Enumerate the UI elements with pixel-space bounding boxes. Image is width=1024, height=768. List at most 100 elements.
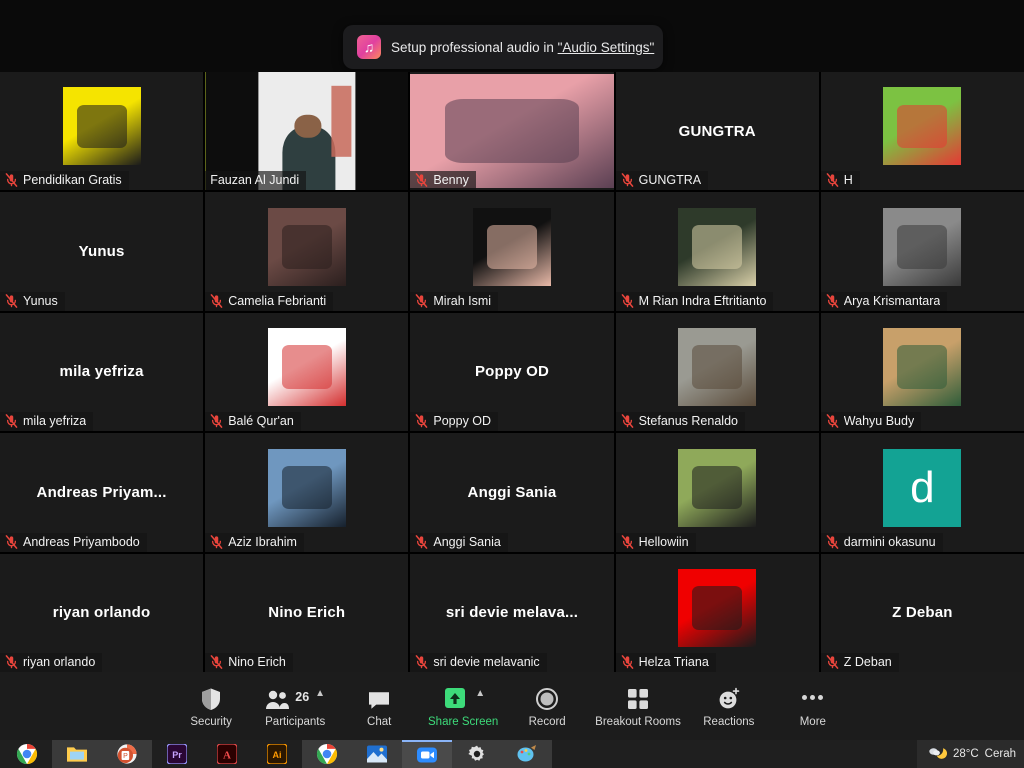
system-tray[interactable]: 28°C Cerah	[916, 740, 1024, 768]
taskbar-file-explorer-icon[interactable]	[52, 740, 102, 768]
participant-name-label: Aziz Ibrahim	[228, 534, 297, 549]
audio-settings-link[interactable]: "Audio Settings"	[558, 40, 655, 55]
participant-tile[interactable]: H	[820, 72, 1024, 191]
participant-name-label: GUNGTRA	[638, 173, 702, 188]
participant-tile[interactable]: Stefanus Renaldo	[615, 312, 819, 432]
taskbar-adobe-acrobat-icon[interactable]: A	[202, 740, 252, 768]
avatar	[267, 328, 346, 407]
participant-tile[interactable]: riyan orlando riyan orlando	[0, 553, 204, 672]
reactions-smiley-icon	[719, 687, 740, 708]
participant-name-label: sri devie melavanic	[433, 655, 540, 669]
toolbar-button-chat[interactable]: Chat	[337, 678, 421, 734]
participant-tile[interactable]: sri devie melava... sri devie melavanic	[410, 553, 614, 672]
share-screen-icon	[445, 687, 466, 708]
participant-name-bar: Balé Qur'an	[205, 412, 301, 432]
toolbar-button-security[interactable]: Security	[169, 678, 253, 734]
audio-settings-notification[interactable]: ♫ Setup professional audio in "Audio Set…	[343, 25, 663, 69]
participant-grid: Pendidikan Gratis Fauzan Al Jundi Benny …	[0, 72, 1024, 672]
participant-name-bar: Benny	[410, 171, 476, 191]
participant-tile[interactable]: GUNGTRA GUNGTRA	[615, 72, 819, 191]
participant-tile[interactable]: d darmini okasunu	[820, 433, 1024, 552]
participant-name-bar: Stefanus Renaldo	[615, 412, 745, 432]
participant-tile[interactable]: Balé Qur'an	[205, 312, 409, 432]
taskbar-paint-icon[interactable]	[502, 740, 552, 768]
microphone-muted-icon	[210, 655, 223, 669]
participant-tile[interactable]: Wahyu Budy	[820, 312, 1024, 432]
avatar	[883, 87, 962, 166]
participant-name-label: Stefanus Renaldo	[638, 414, 738, 429]
microphone-muted-icon	[210, 534, 223, 549]
participant-tile[interactable]: Mirah Ismi	[410, 192, 614, 311]
taskbar-premiere-pro-icon[interactable]: Pr	[152, 740, 202, 768]
participant-tile[interactable]: Hellowiin	[615, 433, 819, 552]
toolbar-button-breakout-rooms[interactable]: Breakout Rooms	[589, 678, 687, 734]
more-dots-icon	[802, 685, 824, 711]
microphone-muted-icon	[416, 173, 428, 188]
participant-tile[interactable]: Andreas Priyam... Andreas Priyambodo	[0, 433, 204, 552]
participant-tile[interactable]: Arya Krismantara	[820, 192, 1024, 311]
participant-name-bar: mila yefriza	[0, 412, 94, 432]
participant-tile[interactable]: Camelia Febrianti	[205, 192, 409, 311]
avatar	[883, 328, 962, 407]
windows-taskbar: P Pr A Ai 28°C Cerah	[0, 740, 1024, 768]
participant-tile[interactable]: Helza Triana	[615, 553, 819, 672]
participant-name-label: H	[843, 173, 853, 188]
participant-name-label: Hellowiin	[638, 534, 689, 549]
toolbar-button-label: More	[799, 715, 826, 728]
participant-tile[interactable]: Aziz Ibrahim	[205, 433, 409, 552]
microphone-muted-icon	[5, 173, 18, 188]
taskbar-zoom-app-icon[interactable]	[402, 740, 452, 768]
participant-name-label: Nino Erich	[228, 655, 286, 669]
shield-icon	[202, 688, 221, 710]
chat-bubble-icon	[369, 691, 390, 709]
microphone-muted-icon	[621, 534, 633, 549]
participant-name-bar: Fauzan Al Jundi	[205, 171, 307, 191]
participant-name-label: Poppy OD	[433, 414, 492, 429]
participant-tile[interactable]: Nino Erich Nino Erich	[205, 553, 409, 672]
taskbar-illustrator-icon[interactable]: Ai	[252, 740, 302, 768]
microphone-muted-icon	[621, 655, 633, 669]
chevron-up-icon[interactable]: ▲	[315, 688, 325, 699]
svg-text:Ai: Ai	[273, 750, 282, 760]
toolbar-button-reactions[interactable]: Reactions	[687, 678, 771, 734]
participant-name-label: Pendidikan Gratis	[23, 173, 122, 188]
participant-tile[interactable]: mila yefriza mila yefriza	[0, 312, 204, 432]
participant-name-bar: Hellowiin	[615, 532, 696, 552]
participant-name-bar: Anggi Sania	[410, 532, 508, 552]
taskbar-settings-gear-icon[interactable]	[452, 740, 502, 768]
participant-tile[interactable]: Benny	[410, 72, 614, 191]
taskbar-photos-icon[interactable]	[352, 740, 402, 768]
participant-name-label: Mirah Ismi	[433, 293, 492, 308]
participant-name-bar: Z Deban	[820, 653, 899, 672]
taskbar-google-chrome-icon[interactable]	[2, 740, 52, 768]
taskbar-chrome-window-icon[interactable]	[302, 740, 352, 768]
microphone-muted-icon	[621, 414, 633, 429]
toolbar-button-label: Reactions	[703, 715, 755, 728]
participant-tile[interactable]: Poppy OD Poppy OD	[410, 312, 614, 432]
participant-tile[interactable]: Pendidikan Gratis	[0, 72, 204, 191]
toolbar-button-record[interactable]: Record	[505, 678, 589, 734]
chevron-up-icon[interactable]: ▲	[475, 688, 485, 699]
zoom-meeting-window: ♫ Setup professional audio in "Audio Set…	[0, 0, 1024, 768]
participant-name-bar: Poppy OD	[410, 412, 499, 432]
microphone-muted-icon	[416, 655, 428, 669]
toolbar-button-share-screen[interactable]: ▲ Share Screen	[421, 678, 505, 734]
participant-name-bar: Arya Krismantara	[820, 291, 948, 311]
participant-name-label: Yunus	[23, 293, 58, 308]
participant-name-bar: Camelia Febrianti	[205, 291, 334, 311]
participant-name-label: darmini okasunu	[843, 534, 936, 549]
svg-text:A: A	[223, 750, 231, 762]
participant-name-bar: darmini okasunu	[820, 532, 943, 552]
weather-condition: Cerah	[984, 748, 1016, 760]
participant-tile[interactable]: Yunus Yunus	[0, 192, 204, 311]
participant-tile[interactable]: Z Deban Z Deban	[820, 553, 1024, 672]
toolbar-button-more[interactable]: More	[771, 678, 855, 734]
participant-tile[interactable]: Fauzan Al Jundi	[205, 72, 409, 191]
taskbar-powerpoint-icon[interactable]: P	[102, 740, 152, 768]
participant-tile[interactable]: M Rian Indra Eftritianto	[615, 192, 819, 311]
participant-tile[interactable]: Anggi Sania Anggi Sania	[410, 433, 614, 552]
microphone-muted-icon	[621, 293, 633, 308]
toolbar-button-participants[interactable]: 26 ▲ Participants	[253, 678, 337, 734]
microphone-muted-icon	[621, 173, 633, 188]
participant-name-label: Andreas Priyambodo	[23, 534, 140, 549]
